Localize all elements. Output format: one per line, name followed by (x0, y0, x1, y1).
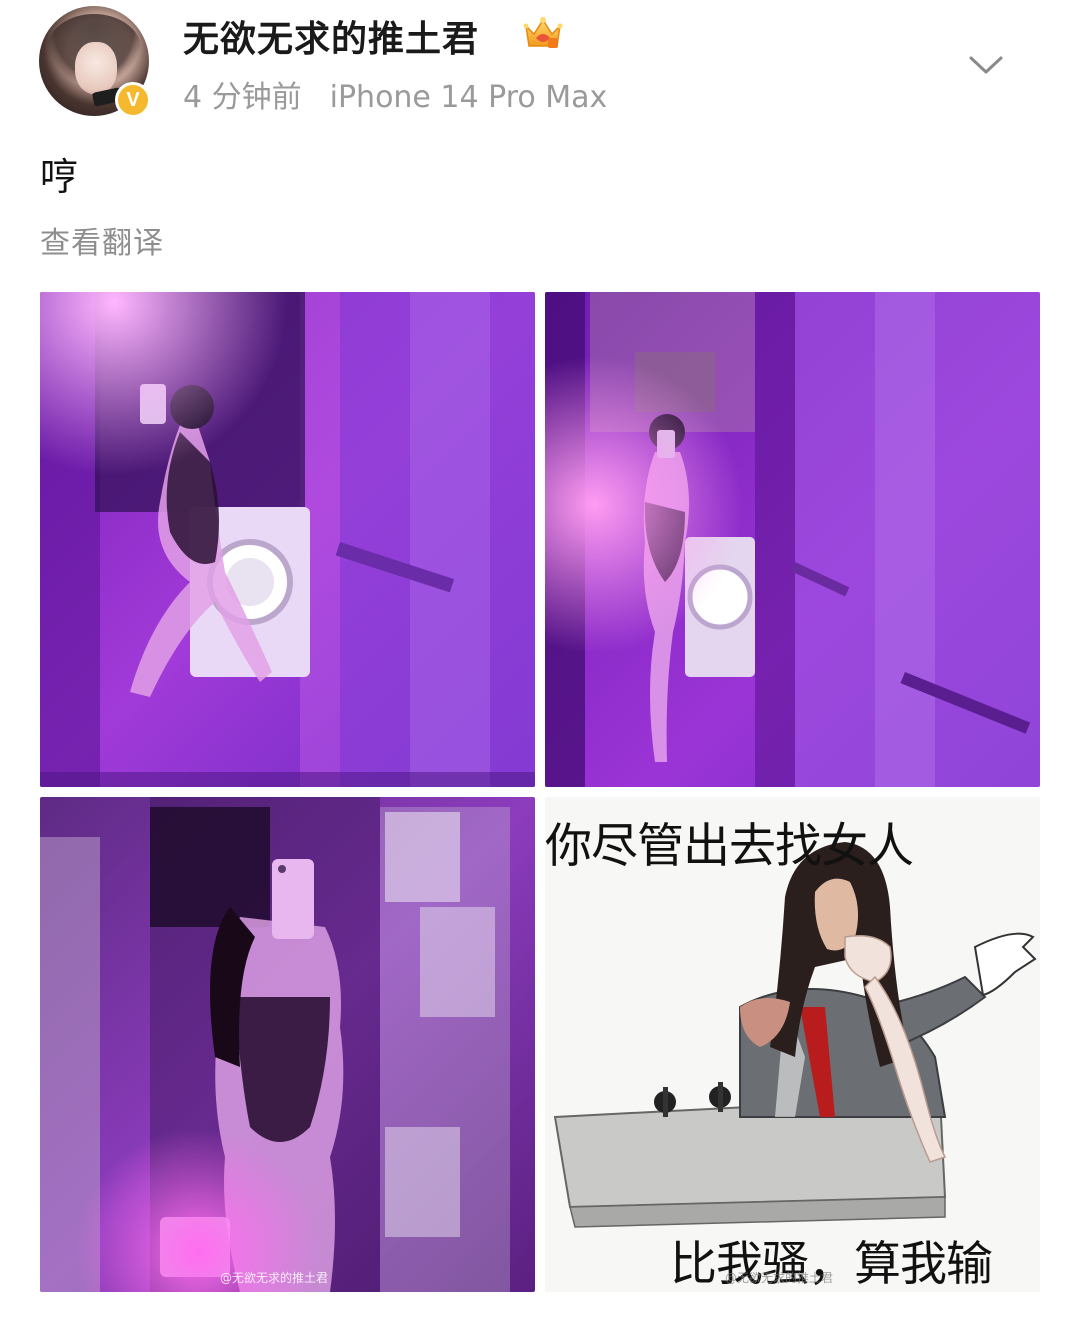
post-image-2[interactable] (545, 292, 1040, 787)
post-meta: 4 分钟前 iPhone 14 Pro Max (183, 72, 607, 116)
photo-3-art (40, 797, 535, 1292)
chevron-down-icon[interactable] (966, 50, 1006, 80)
avatar-face (75, 42, 117, 94)
post-image-1[interactable] (40, 292, 535, 787)
verified-badge-icon: V (115, 82, 151, 118)
translate-link[interactable]: 查看翻译 (40, 218, 164, 262)
meme-caption-top: 你尽管出去找女人 (545, 819, 914, 874)
post-image-3[interactable]: @无欲无求的推土君 (40, 797, 535, 1292)
post-image-4[interactable]: 你尽管出去找女人 比我骚，算我输 @无欲无求的推土君 (545, 797, 1040, 1292)
watermark: @无欲无求的推土君 (220, 1271, 329, 1285)
post-time: 4 分钟前 (183, 80, 302, 115)
photo-2-art (545, 292, 1040, 787)
watermark: @无欲无求的推土君 (725, 1271, 834, 1285)
photo-1-art (40, 292, 535, 787)
vip-crown-icon (523, 17, 563, 48)
post-device: iPhone 14 Pro Max (329, 80, 608, 115)
username[interactable]: 无欲无求的推土君 (183, 10, 479, 62)
post-text: 哼 (40, 155, 79, 199)
